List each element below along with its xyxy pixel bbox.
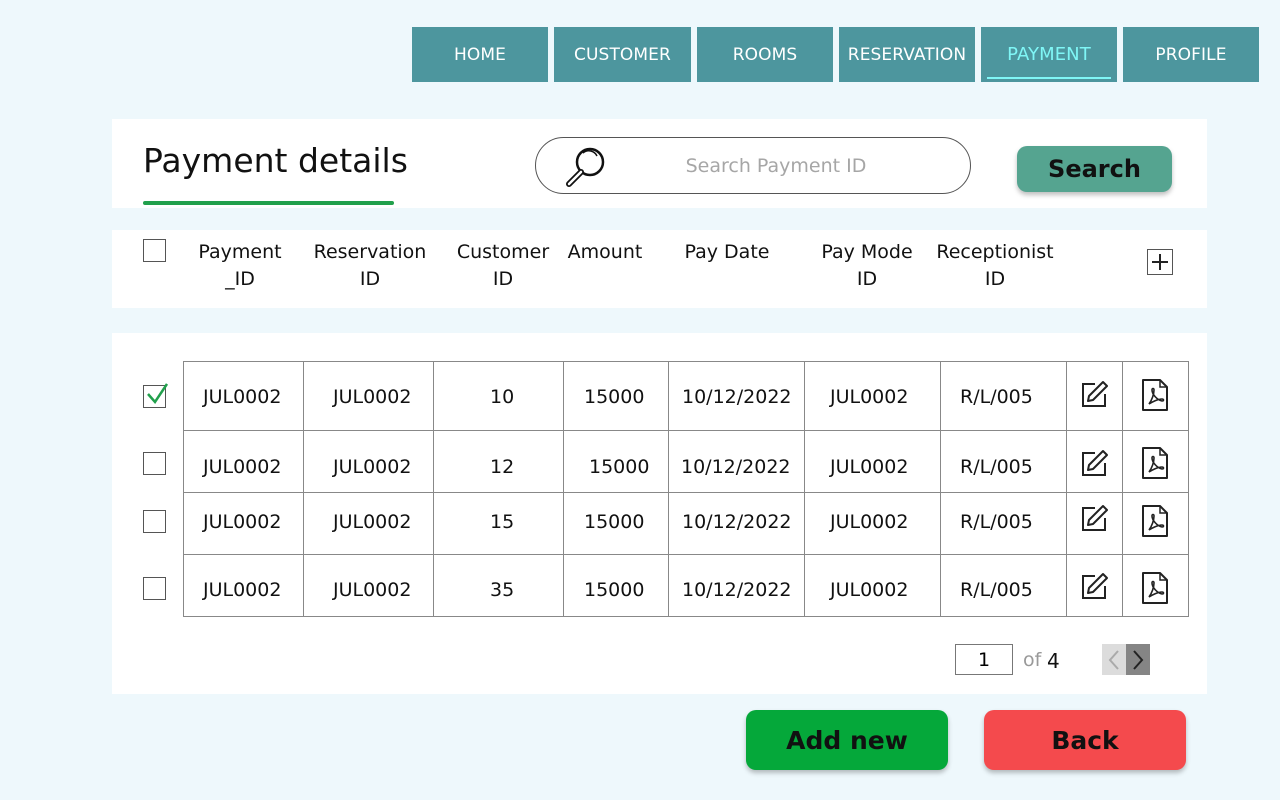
- row-checkbox[interactable]: [143, 510, 166, 533]
- row-checkbox[interactable]: [143, 452, 166, 475]
- cell-payment-id: JUL0002: [203, 511, 282, 533]
- cell-payment-id: JUL0002: [203, 386, 282, 408]
- cell-customer-id: 15: [490, 511, 515, 533]
- edit-icon[interactable]: [1079, 380, 1109, 410]
- column-header-pay-date: Pay Date: [684, 241, 770, 263]
- cell-reservation-id: JUL0002: [333, 579, 412, 601]
- search-input[interactable]: [656, 152, 896, 180]
- column-header-payment-id: Payment _ID: [198, 241, 282, 290]
- nav-tab-home[interactable]: HOME: [412, 27, 548, 82]
- edit-icon[interactable]: [1079, 504, 1109, 534]
- search-icon: [566, 147, 605, 187]
- row-checkbox[interactable]: [143, 577, 166, 600]
- cell-pay-mode-id: JUL0002: [830, 386, 909, 408]
- cell-customer-id: 35: [490, 579, 515, 601]
- add-column-plus-icon[interactable]: [1147, 249, 1173, 275]
- prev-page-button[interactable]: [1102, 644, 1126, 675]
- back-button[interactable]: Back: [984, 710, 1186, 770]
- nav-tab-reservation[interactable]: RESERVATION: [839, 27, 975, 82]
- page-number-input[interactable]: [955, 644, 1013, 675]
- column-header-reservation-id: Reservation ID: [313, 241, 427, 290]
- row-checkbox[interactable]: [143, 383, 168, 408]
- cell-amount: 15000: [589, 456, 650, 478]
- search-button[interactable]: Search: [1017, 146, 1172, 192]
- cell-reservation-id: JUL0002: [333, 386, 412, 408]
- chevron-left-icon: [1108, 649, 1119, 670]
- pdf-icon[interactable]: [1141, 504, 1169, 538]
- page-title: Payment details: [143, 141, 408, 180]
- search-box[interactable]: [535, 137, 971, 194]
- cell-receptionist-id: R/L/005: [960, 456, 1033, 478]
- column-header-receptionist-id: Receptionist ID: [936, 241, 1054, 290]
- cell-amount: 15000: [584, 511, 645, 533]
- cell-payment-id: JUL0002: [203, 579, 282, 601]
- cell-pay-mode-id: JUL0002: [830, 579, 909, 601]
- column-header-panel: Payment _ID Reservation ID Customer ID Amou…: [112, 230, 1207, 308]
- cell-reservation-id: JUL0002: [333, 511, 412, 533]
- pdf-icon[interactable]: [1141, 571, 1169, 605]
- pdf-icon[interactable]: [1141, 446, 1169, 480]
- edit-icon[interactable]: [1079, 449, 1109, 479]
- edit-icon[interactable]: [1079, 572, 1109, 602]
- next-page-button[interactable]: [1126, 644, 1150, 675]
- top-nav: HOME CUSTOMER ROOMS RESERVATION PAYMENT …: [412, 27, 1259, 82]
- cell-customer-id: 12: [490, 456, 515, 478]
- column-header-amount: Amount: [567, 241, 643, 263]
- cell-pay-mode-id: JUL0002: [830, 511, 909, 533]
- cell-receptionist-id: R/L/005: [960, 386, 1033, 408]
- title-underline: [143, 201, 394, 205]
- chevron-right-icon: [1133, 649, 1144, 670]
- cell-pay-mode-id: JUL0002: [830, 456, 909, 478]
- cell-receptionist-id: R/L/005: [960, 579, 1033, 601]
- page-total: 4: [1047, 649, 1060, 673]
- column-header-pay-mode-id: Pay Mode ID: [821, 241, 913, 290]
- cell-pay-date: 10/12/2022: [682, 579, 792, 601]
- cell-amount: 15000: [584, 386, 645, 408]
- cell-reservation-id: JUL0002: [333, 456, 412, 478]
- cell-payment-id: JUL0002: [203, 456, 282, 478]
- header-panel: Payment details Search: [112, 119, 1207, 208]
- cell-receptionist-id: R/L/005: [960, 511, 1033, 533]
- cell-pay-date: 10/12/2022: [681, 456, 791, 478]
- nav-tab-customer[interactable]: CUSTOMER: [554, 27, 691, 82]
- add-new-button[interactable]: Add new: [746, 710, 948, 770]
- nav-tab-profile[interactable]: PROFILE: [1123, 27, 1259, 82]
- checkmark-icon: [147, 383, 168, 405]
- cell-pay-date: 10/12/2022: [682, 386, 792, 408]
- column-header-customer-id: Customer ID: [456, 241, 550, 290]
- nav-tab-rooms[interactable]: ROOMS: [697, 27, 833, 82]
- nav-tab-payment[interactable]: PAYMENT: [981, 27, 1117, 82]
- page-of-label: of: [1023, 649, 1042, 671]
- cell-pay-date: 10/12/2022: [682, 511, 792, 533]
- select-all-checkbox[interactable]: [143, 239, 166, 262]
- pdf-icon[interactable]: [1141, 378, 1169, 412]
- cell-customer-id: 10: [490, 386, 515, 408]
- cell-amount: 15000: [584, 579, 645, 601]
- table-panel: JUL0002 JUL0002 10 15000 10/12/2022 JUL0…: [112, 333, 1207, 694]
